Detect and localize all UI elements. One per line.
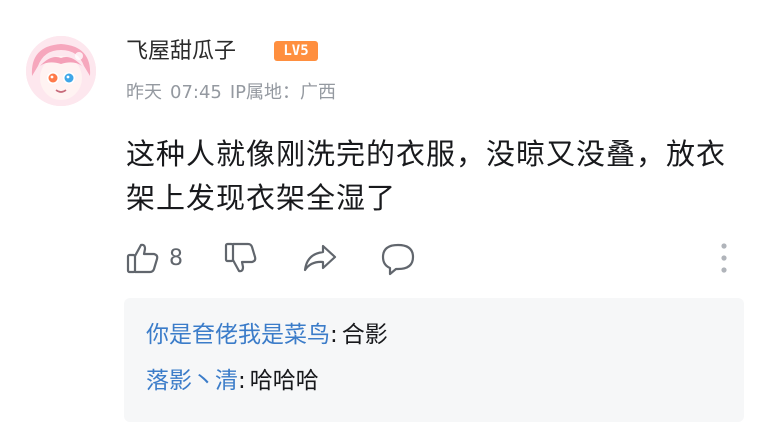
avatar-image [26,36,96,106]
reply-text: 合影 [341,322,388,348]
reply-item[interactable]: 你是奆佬我是菜鸟: 合影 [146,312,744,358]
thumbs-down-icon[interactable] [224,241,258,275]
reply-separator: : [238,368,246,394]
reply-author[interactable]: 落影丶清 [146,368,238,394]
reply-text: 哈哈哈 [249,368,319,394]
reply-bubble-icon[interactable] [380,241,416,277]
comment-date: 昨天 [126,82,162,103]
avatar[interactable] [26,36,96,106]
comment-item: 飞屋甜瓜子 LV5 昨天 07:45 IP属地：广西 这种人就像刚洗完的衣服，没晾又… [0,0,770,435]
reply-separator: : [330,322,338,348]
like-count: 8 [169,246,183,271]
more-vertical-icon[interactable] [718,240,730,276]
reply-preview-panel[interactable]: 你是奆佬我是菜鸟: 合影 落影丶清: 哈哈哈 [124,298,744,422]
level-badge: LV5 [274,41,318,61]
action-bar: 8 [126,238,746,282]
comment-time: 07:45 [170,82,222,103]
reply-author[interactable]: 你是奆佬我是菜鸟 [146,322,330,348]
share-icon[interactable] [302,241,338,275]
ip-location: IP属地：广西 [229,82,337,103]
comment-text: 这种人就像刚洗完的衣服，没晾又没叠，放衣架上发现衣架全湿了 [126,137,727,215]
reply-item[interactable]: 落影丶清: 哈哈哈 [146,358,744,404]
comment-meta: 昨天 07:45 IP属地：广西 [126,80,344,106]
username[interactable]: 飞屋甜瓜子 [126,37,236,67]
thumbs-up-icon[interactable] [126,241,160,275]
